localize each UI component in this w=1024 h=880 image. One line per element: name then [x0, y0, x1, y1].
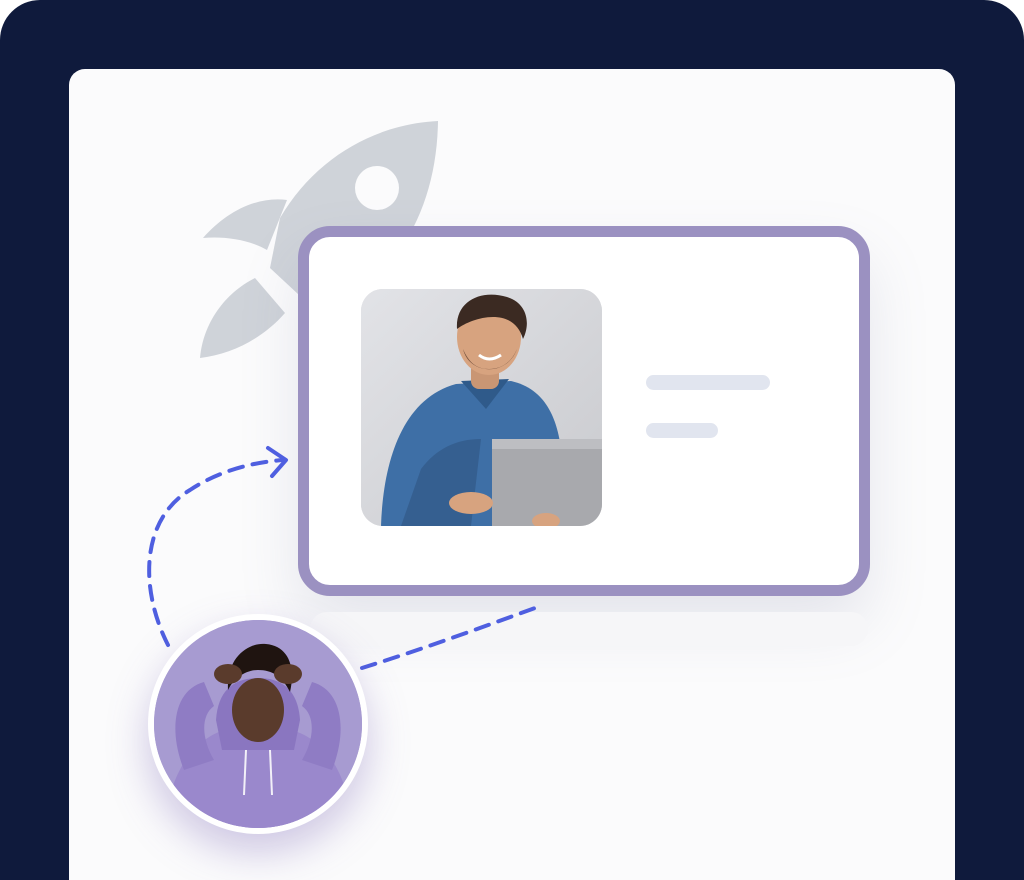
person-in-purple-hoodie-photo	[154, 620, 362, 828]
avatar	[148, 614, 368, 834]
